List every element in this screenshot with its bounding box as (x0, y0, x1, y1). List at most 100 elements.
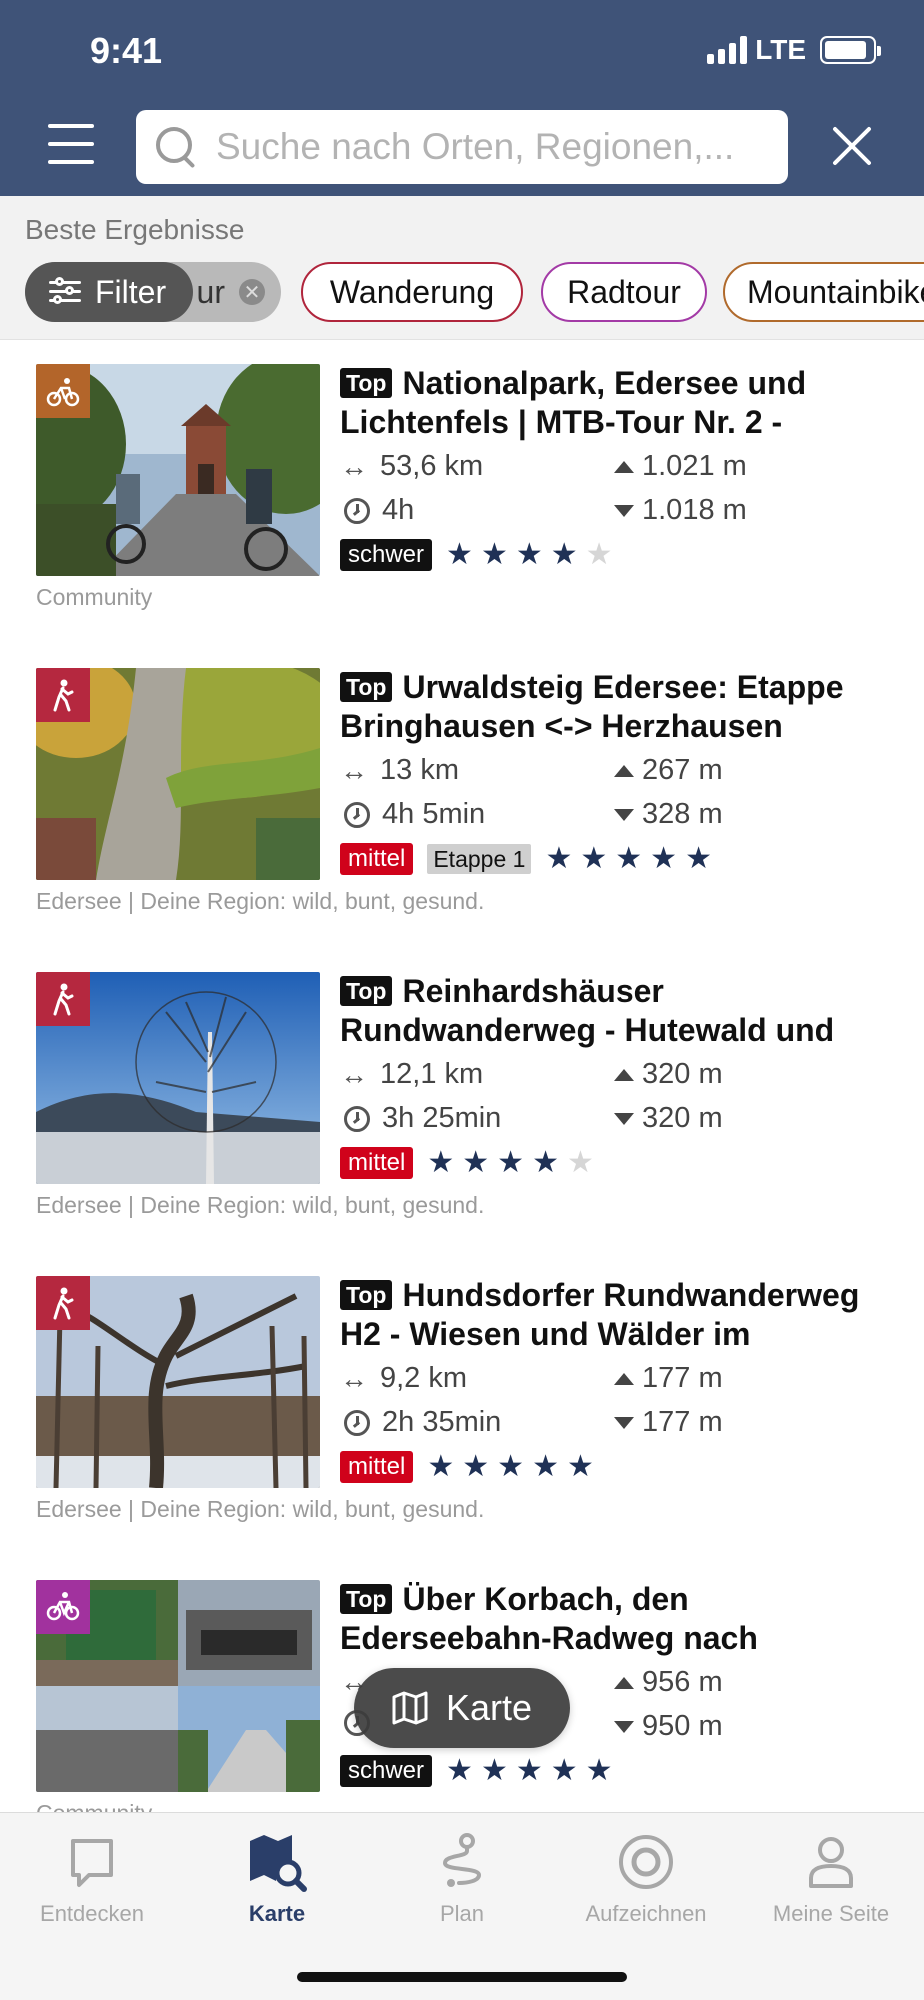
star-icon: ★ (427, 1450, 455, 1483)
tour-card[interactable]: Top Nationalpark, Edersee und Lichtenfels… (0, 340, 924, 644)
tour-title[interactable]: Top Hundsdorfer Rundwanderweg H2 - Wiesen… (340, 1276, 900, 1354)
tab-plan[interactable]: Plan (370, 1831, 554, 1927)
descent-value: 320 m (642, 1102, 723, 1134)
mtb-icon (36, 364, 90, 418)
descent-stat: 328 m (614, 798, 723, 831)
top-badge: Top (340, 1280, 393, 1310)
duration-stat: 4h 5min (344, 798, 485, 831)
descent-value: 328 m (642, 798, 723, 830)
distance-icon: ↔ (340, 1058, 368, 1090)
descent-icon (614, 1720, 634, 1733)
star-icon: ★ (650, 842, 678, 875)
duration-value: 2h 35min (382, 1406, 502, 1438)
badge-row: mittel ★ ★ ★ ★ ★ (340, 1450, 594, 1484)
star-icon: ★ (585, 1754, 613, 1787)
tour-title[interactable]: Top Reinhardshäuser Rundwanderweg - Hutew… (340, 972, 900, 1050)
star-empty-icon: ★ (566, 1146, 594, 1179)
tour-card[interactable]: Top Urwaldsteig Edersee: Etappe Bringhaus… (0, 644, 924, 948)
tab-label: Aufzeichnen (585, 1901, 707, 1926)
star-icon: ★ (566, 1450, 594, 1483)
tour-title[interactable]: Top Über Korbach, den Ederseebahn-Radweg … (340, 1580, 900, 1658)
tab-karte[interactable]: Karte (185, 1831, 369, 1927)
tour-title[interactable]: Top Urwaldsteig Edersee: Etappe Bringhaus… (340, 668, 900, 746)
chip-wanderung[interactable]: Wanderung (301, 262, 523, 322)
clock-icon (344, 1409, 370, 1436)
tour-card[interactable]: Top Hundsdorfer Rundwanderweg H2 - Wiesen… (0, 1252, 924, 1556)
badge-row: mittel ★ ★ ★ ★ ★ (340, 1146, 594, 1180)
duration-stat: 3h 25min (344, 1102, 501, 1135)
tab-label: Plan (439, 1901, 485, 1926)
search-input[interactable] (216, 126, 776, 168)
map-button[interactable]: Karte (354, 1668, 570, 1748)
tour-source: Edersee | Deine Region: wild, bunt, gesu… (36, 1496, 485, 1522)
difficulty-badge: mittel (340, 1451, 414, 1483)
top-badge: Top (340, 976, 393, 1006)
tour-source: Edersee | Deine Region: wild, bunt, gesu… (36, 888, 485, 914)
tab-label: Meine Seite (772, 1901, 890, 1926)
home-indicator (297, 1972, 627, 1982)
ascent-icon (614, 1372, 634, 1385)
search-bar[interactable] (136, 110, 788, 184)
chip-mountainbike[interactable]: Mountainbike (723, 262, 924, 322)
ascent-value: 320 m (642, 1058, 723, 1090)
filter-area: Beste Ergebnisse ur ✕ Filter Wanderung R… (0, 196, 924, 340)
clock-icon (344, 801, 370, 828)
map-icon (392, 1691, 428, 1725)
menu-button[interactable] (48, 124, 94, 164)
length-value: 53,6 km (380, 450, 484, 482)
star-icon: ★ (446, 1754, 473, 1787)
tab-entdecken[interactable]: Entdecken (0, 1831, 184, 1927)
rating-stars: ★ ★ ★ ★ ★ (446, 1756, 613, 1786)
star-icon: ★ (545, 842, 573, 875)
ascent-value: 177 m (642, 1362, 723, 1394)
descent-stat: 950 m (614, 1710, 723, 1743)
tour-title-text: Urwaldsteig Edersee: Etappe Bringhausen … (340, 669, 844, 744)
battery-icon (820, 36, 881, 64)
tab-aufzeichnen[interactable]: Aufzeichnen (554, 1831, 738, 1927)
ascent-value: 267 m (642, 754, 723, 786)
duration-stat: 2h 35min (344, 1406, 501, 1439)
star-icon: ★ (580, 842, 608, 875)
top-badge: Top (340, 1584, 393, 1614)
ascent-stat: 320 m (614, 1058, 723, 1091)
duration-value: 4h 5min (382, 798, 486, 830)
top-badge: Top (340, 368, 393, 398)
close-icon[interactable] (830, 124, 874, 168)
rating-stars: ★ ★ ★ ★ ★ (545, 844, 712, 874)
length-value: 12,1 km (380, 1058, 484, 1090)
tour-title[interactable]: Top Nationalpark, Edersee und Lichtenfels… (340, 364, 900, 442)
distance-icon: ↔ (340, 1362, 368, 1394)
star-icon: ★ (446, 538, 473, 571)
ascent-stat: 956 m (614, 1666, 723, 1699)
difficulty-badge: schwer (340, 539, 433, 571)
menu-icon (48, 124, 94, 128)
tour-card[interactable]: Top Reinhardshäuser Rundwanderweg - Hutew… (0, 948, 924, 1252)
tab-meine-seite[interactable]: Meine Seite (739, 1831, 923, 1927)
tour-source: Edersee | Deine Region: wild, bunt, gesu… (36, 1192, 485, 1218)
chip-radtour[interactable]: Radtour (541, 262, 707, 322)
descent-icon (614, 1112, 634, 1125)
rating-stars: ★ ★ ★ ★ ★ (427, 1452, 594, 1482)
hiking-icon (36, 668, 90, 722)
search-icon (154, 125, 198, 169)
ascent-stat: 177 m (614, 1362, 723, 1395)
star-icon: ★ (532, 1450, 559, 1483)
filter-button[interactable]: Filter (25, 262, 193, 322)
star-empty-icon: ★ (585, 538, 613, 571)
ascent-icon (614, 1068, 634, 1081)
descent-icon (614, 808, 634, 821)
filter-button-label: Filter (95, 273, 167, 310)
ascent-icon (614, 1676, 634, 1689)
filter-icon (49, 277, 81, 305)
difficulty-badge: mittel (340, 843, 414, 875)
star-icon: ★ (550, 1754, 578, 1787)
clock-icon (344, 497, 370, 524)
network-label: LTE (755, 34, 806, 65)
badge-row: schwer ★ ★ ★ ★ ★ (340, 1754, 613, 1788)
descent-value: 950 m (642, 1710, 723, 1742)
bike-icon (36, 1580, 90, 1634)
clear-chip-icon[interactable]: ✕ (239, 279, 265, 305)
length-stat: ↔ 9,2 km (340, 1362, 467, 1395)
top-bar: 9:41 LTE (0, 0, 924, 196)
distance-icon: ↔ (340, 754, 368, 786)
